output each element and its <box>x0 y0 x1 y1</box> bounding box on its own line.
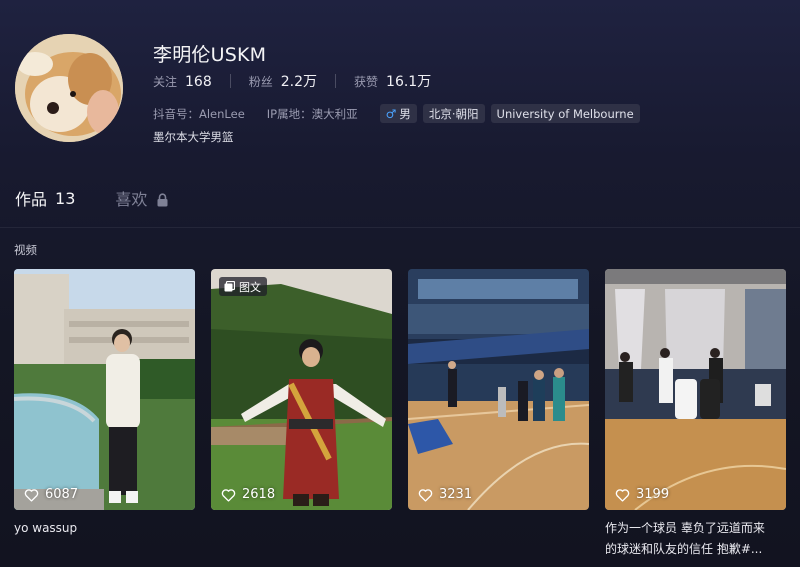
image-post-badge: 图文 <box>219 277 267 296</box>
gender-label: 男 <box>399 106 411 121</box>
stat-value: 168 <box>185 73 212 90</box>
heart-icon <box>418 488 433 502</box>
stat-label: 获赞 <box>354 75 379 89</box>
stat-label: 关注 <box>153 74 178 89</box>
lock-icon <box>157 192 168 207</box>
video-thumbnail <box>605 269 786 510</box>
divider <box>335 74 337 88</box>
like-count-value: 3199 <box>636 487 670 502</box>
profile-stats: 关注 168 粉丝 2.2万 获赞 16.1万 <box>153 71 431 91</box>
stat-value: 16.1万 <box>386 74 432 90</box>
caption-line: 作为一个球员 辜负了远道而来 <box>605 521 765 535</box>
badge-label: 图文 <box>239 280 261 294</box>
location-tag: 北京·朝阳 <box>422 104 485 123</box>
video-card[interactable]: 6087 <box>14 269 195 510</box>
profile-tabs: 作品 13 喜欢 <box>15 186 168 210</box>
heart-icon <box>221 488 236 502</box>
stat-followers[interactable]: 粉丝 2.2万 <box>249 71 317 91</box>
tab-likes[interactable]: 喜欢 <box>115 186 168 210</box>
tab-label: 喜欢 <box>115 190 148 209</box>
profile-meta: 抖音号：AlenLee IP属地：澳大利亚 ♂ 男 北京·朝阳 Universi… <box>153 104 646 123</box>
ip-location: IP属地：澳大利亚 <box>266 106 358 121</box>
video-thumbnail <box>14 269 195 510</box>
stat-likes-received: 获赞 16.1万 <box>354 71 431 91</box>
avatar[interactable] <box>15 34 123 142</box>
avatar-image <box>15 34 123 142</box>
tab-works[interactable]: 作品 13 <box>15 186 75 210</box>
like-count: 3231 <box>418 487 472 502</box>
heart-icon <box>24 488 39 502</box>
video-caption[interactable]: 作为一个球员 辜负了远道而来 的球迷和队友的信任 抱歉#... <box>605 518 795 560</box>
video-card[interactable]: 3199 <box>605 269 786 510</box>
like-count: 6087 <box>24 487 78 502</box>
caption-line: 的球迷和队友的信任 抱歉#... <box>605 542 763 556</box>
douyin-id: 抖音号：AlenLee <box>153 106 245 121</box>
video-card[interactable]: 3231 <box>408 269 589 510</box>
video-caption[interactable]: yo wassup <box>14 518 77 539</box>
section-label-videos: 视频 <box>14 243 37 257</box>
like-count-value: 3231 <box>439 487 473 502</box>
heart-icon <box>615 488 630 502</box>
like-count: 2618 <box>221 487 275 502</box>
male-icon: ♂ <box>385 106 397 121</box>
like-count: 3199 <box>615 487 669 502</box>
video-thumbnail <box>211 269 392 510</box>
tab-label: 作品 <box>15 190 48 209</box>
gender-tag: ♂ 男 <box>379 104 417 123</box>
stat-following[interactable]: 关注 168 <box>153 73 212 90</box>
stat-value: 2.2万 <box>280 74 318 90</box>
like-count-value: 6087 <box>45 487 79 502</box>
gallery-icon <box>224 281 235 292</box>
stat-label: 粉丝 <box>248 75 273 89</box>
like-count-value: 2618 <box>242 487 276 502</box>
divider <box>229 74 231 88</box>
profile-bio: 墨尔本大学男篮 <box>153 130 234 144</box>
tabs-divider <box>0 227 800 228</box>
school-tag[interactable]: University of Melbourne <box>490 104 640 123</box>
video-thumbnail <box>408 269 589 510</box>
video-card[interactable]: 图文 2618 <box>211 269 392 510</box>
profile-name: 李明伦USKM <box>153 44 267 66</box>
tab-count: 13 <box>55 188 76 208</box>
